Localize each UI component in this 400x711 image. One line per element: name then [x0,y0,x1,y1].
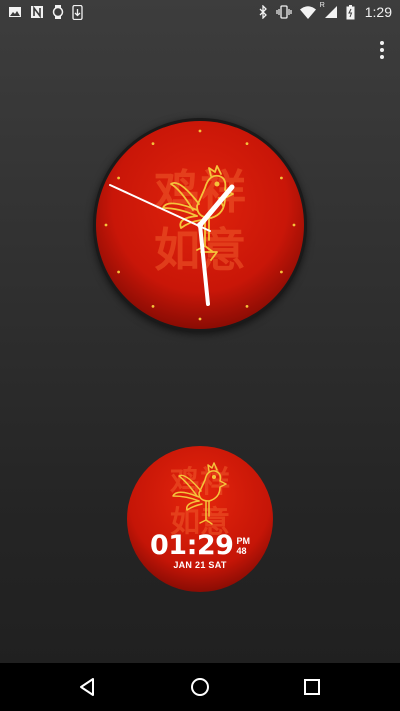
n-icon [31,5,43,19]
watch-icon [52,5,64,19]
hour-marker [117,270,120,274]
hour-marker [198,317,202,321]
wifi-icon [299,5,316,19]
system-icons: R 1:29 [258,2,392,20]
roaming-label: R [319,2,325,9]
bluetooth-icon [259,5,267,19]
hour-marker [245,305,249,308]
hour-marker [151,142,155,145]
hour-marker [280,176,283,180]
ampm-seconds: PM 48 [236,536,250,556]
digital-watch-face[interactable]: 鸡祥 如意 01:29 PM 48 JAN 21 SAT [127,446,273,592]
hour-marker [104,223,108,227]
digital-time: 01:29 [150,530,234,561]
ampm-label: PM [236,536,250,546]
hour-marker [245,142,249,145]
digital-date: JAN 21 SAT [173,560,227,570]
digital-watch-graphic: 鸡祥 如意 [127,446,273,592]
hour-marker [280,270,283,274]
image-icon [9,7,21,17]
signal-icon [324,6,337,18]
hour-marker [198,129,202,133]
home-icon[interactable] [188,675,212,699]
status-time: 1:29 [364,4,392,20]
digital-time-display: 01:29 PM 48 [127,532,273,560]
analog-watch-graphic: 鸡祥 如意 [96,121,304,329]
hour-marker [117,176,120,180]
more-options-button[interactable] [374,36,390,64]
hour-marker [292,223,296,227]
hour-marker [151,305,155,308]
more-vert-icon [380,41,384,45]
digital-bg-chars-line1: 鸡祥 [170,465,230,500]
vibrate-icon [276,5,292,19]
analog-watch-face[interactable]: 鸡祥 如意 [93,118,307,332]
back-icon[interactable] [76,675,100,699]
recents-icon[interactable] [300,675,324,699]
seconds-label: 48 [236,546,247,556]
navigation-bar [0,663,400,711]
notification-icons [8,4,83,20]
status-bar: R 1:29 [0,0,400,24]
battery-icon [346,4,355,19]
phone-download-icon [72,4,83,20]
